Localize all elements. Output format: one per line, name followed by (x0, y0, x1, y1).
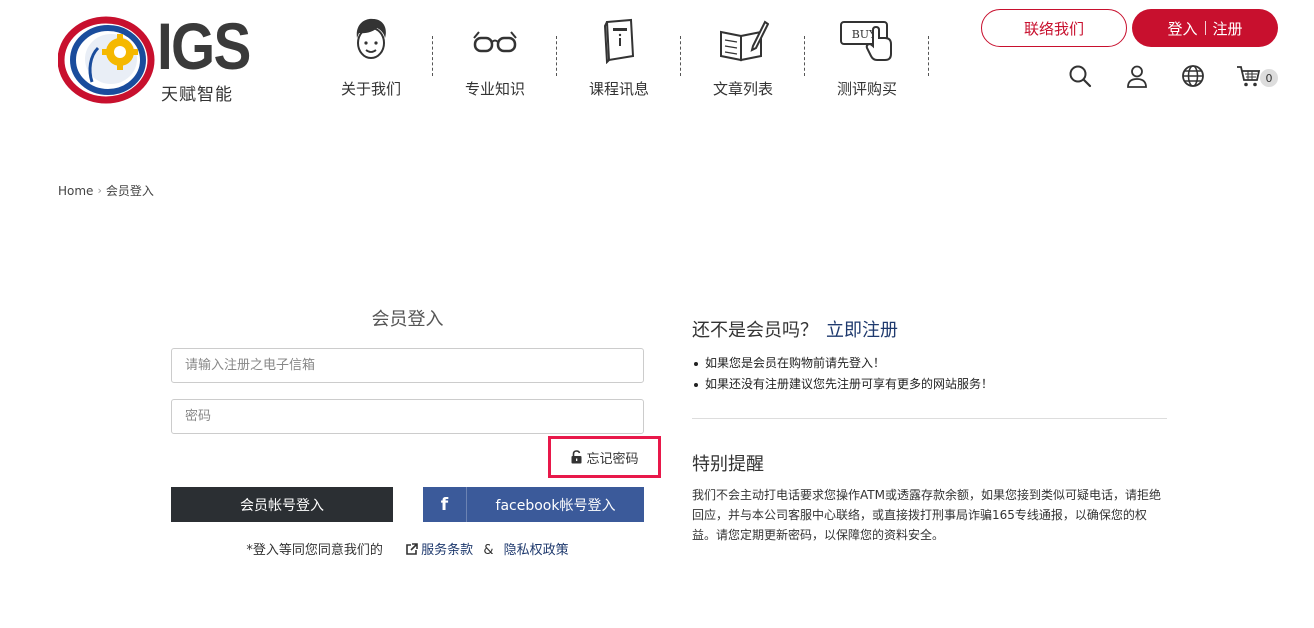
nav-item-buy[interactable]: BUY 测评购买 (812, 16, 922, 100)
terms-of-service-label: 服务条款 (421, 543, 474, 558)
breadcrumb: Home › 会员登入 (58, 182, 154, 199)
nav-item-courses[interactable]: 课程讯息 (564, 16, 674, 100)
cart-count-badge: 0 (1260, 69, 1278, 87)
user-icon[interactable] (1124, 63, 1150, 89)
member-login-label: 会员帐号登入 (240, 497, 324, 514)
email-input[interactable] (171, 348, 644, 383)
terms-prefix: *登入等同您同意我们的 (246, 543, 383, 558)
contact-us-button[interactable]: 联络我们 (981, 9, 1127, 47)
globe-icon[interactable] (1180, 63, 1206, 89)
nav-divider (556, 36, 557, 76)
logo-emblem-icon (58, 16, 155, 104)
chevron-right-icon: › (97, 184, 102, 197)
nav-item-knowledge[interactable]: 专业知识 (440, 16, 550, 100)
boy-face-icon (356, 18, 386, 59)
terms-of-service-link[interactable]: 服务条款 (405, 543, 477, 558)
book-icon (603, 18, 635, 64)
login-label: 登入 (1167, 19, 1198, 38)
list-item: 如果还没有注册建议您先注册可享有更多的网站服务！ (692, 374, 993, 395)
brand-logo[interactable]: IGS 天赋智能 (58, 9, 251, 106)
facebook-login-label: facebook帐号登入 (495, 497, 616, 514)
facebook-login-button[interactable]: f facebook帐号登入 (423, 487, 644, 522)
forgot-password-link[interactable]: 忘记密码 (570, 448, 639, 467)
nav-label-about: 关于我们 (340, 80, 401, 98)
register-label: 注册 (1212, 19, 1243, 38)
forgot-password-highlight: 忘记密码 (548, 436, 661, 478)
register-benefits-list: 如果您是会员在购物前请先登入！ 如果还没有注册建议您先注册可享有更多的网站服务！ (692, 353, 993, 395)
register-heading: 还不是会员吗？ 立即注册 (692, 316, 898, 342)
glasses-icon (473, 31, 517, 53)
nav-divider (432, 36, 433, 76)
register-question: 还不是会员吗？ (692, 320, 818, 341)
breadcrumb-home[interactable]: Home (58, 184, 93, 198)
contact-us-label: 联络我们 (1023, 19, 1084, 38)
nav-divider (928, 36, 929, 76)
facebook-icon: f (423, 487, 467, 522)
password-input[interactable] (171, 399, 644, 434)
nav-label-courses: 课程讯息 (588, 80, 649, 98)
terms-ampersand: & (483, 543, 494, 558)
member-login-button[interactable]: 会员帐号登入 (171, 487, 393, 522)
logo-chinese-text: 天赋智能 (161, 85, 233, 105)
nav-label-buy: 测评购买 (836, 80, 897, 98)
login-title: 会员登入 (371, 309, 444, 330)
login-register-button[interactable]: 登入 注册 (1132, 9, 1278, 47)
unlock-icon (571, 450, 582, 464)
external-link-icon (406, 543, 418, 555)
nav-label-knowledge: 专业知识 (464, 80, 525, 98)
cart-icon[interactable] (1236, 63, 1262, 89)
nav-label-articles: 文章列表 (712, 80, 773, 98)
open-book-pen-icon (720, 20, 769, 62)
logo-text: IGS (157, 9, 251, 83)
nav-item-articles[interactable]: 文章列表 (688, 16, 798, 100)
section-divider (692, 418, 1167, 419)
nav-item-about[interactable]: 关于我们 (316, 16, 426, 100)
privacy-policy-link[interactable]: 隐私权政策 (504, 543, 569, 558)
register-now-link[interactable]: 立即注册 (826, 320, 898, 341)
buy-button-icon: BUY (840, 21, 892, 61)
list-item: 如果您是会员在购物前请先登入！ (692, 353, 993, 374)
forgot-password-label: 忘记密码 (586, 451, 639, 467)
nav-divider (804, 36, 805, 76)
breadcrumb-current: 会员登入 (105, 184, 154, 198)
search-icon[interactable] (1067, 63, 1093, 89)
terms-notice: *登入等同您同意我们的 服务条款 & 隐私权政策 (171, 539, 644, 558)
login-register-separator (1204, 21, 1206, 35)
nav-divider (680, 36, 681, 76)
notice-text: 我们不会主动打电话要求您操作ATM或透露存款余额，如果您接到类似可疑电话，请拒绝… (692, 488, 1161, 542)
notice-title: 特别提醒 (692, 454, 764, 475)
